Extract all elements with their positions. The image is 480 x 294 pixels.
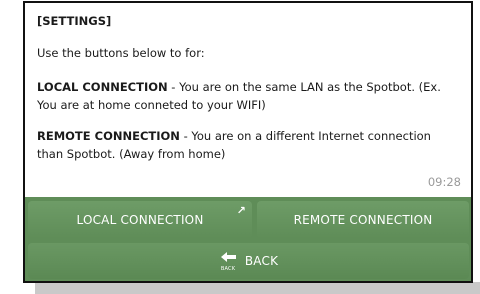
remote-connection-heading: REMOTE CONNECTION [37,129,180,143]
message-body: [SETTINGS] Use the buttons below to for:… [25,3,471,197]
bot-message-card: [SETTINGS] Use the buttons below to for:… [23,1,473,283]
remote-connection-button-label: REMOTE CONNECTION [293,212,433,227]
remote-connection-description: REMOTE CONNECTION - You are on a differe… [37,127,459,163]
frame-shadow [35,282,480,294]
inline-keyboard: LOCAL CONNECTION ↗ REMOTE CONNECTION BAC… [25,197,471,281]
back-button-label: BACK [244,254,279,268]
local-connection-description: LOCAL CONNECTION - You are on the same L… [37,78,459,114]
message-title: [SETTINGS] [37,14,112,28]
local-connection-heading: LOCAL CONNECTION [37,80,168,94]
back-arrow-icon: BACK [219,251,239,272]
local-connection-button[interactable]: LOCAL CONNECTION ↗ [28,201,252,238]
message-intro: Use the buttons below to for: [37,46,205,60]
back-icon-caption: BACK [220,266,236,272]
remote-connection-button[interactable]: REMOTE CONNECTION [257,201,469,238]
local-connection-button-label: LOCAL CONNECTION [76,212,204,227]
back-button[interactable]: BACK BACK [28,243,469,279]
external-link-arrow-icon: ↗ [236,204,246,217]
message-timestamp: 09:28 [427,175,461,189]
